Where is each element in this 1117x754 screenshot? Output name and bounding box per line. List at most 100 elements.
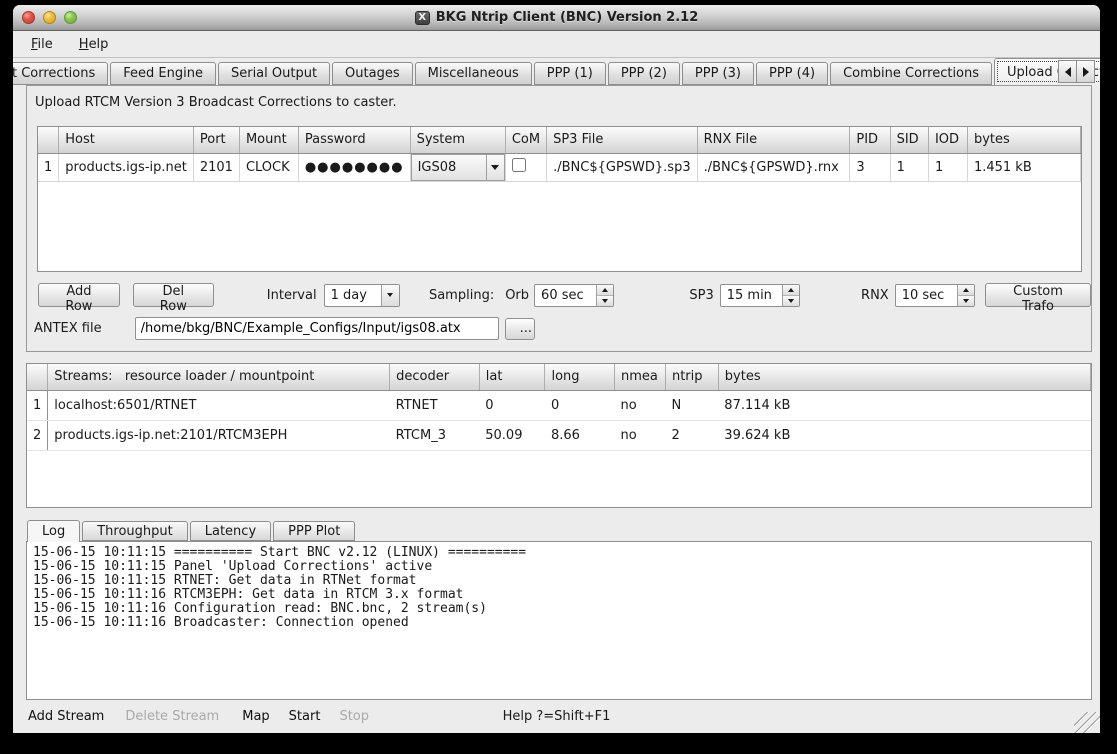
col-long[interactable]: long [545, 364, 615, 390]
spin-up-icon[interactable] [783, 285, 799, 296]
log-tab-bar: Log Throughput Latency PPP Plot [27, 521, 1100, 541]
tab-ppp-2[interactable]: PPP (2) [608, 62, 680, 85]
system-combobox[interactable]: IGS08 [411, 154, 505, 181]
map-button[interactable]: Map [242, 709, 269, 724]
col-decoder[interactable]: decoder [390, 364, 480, 390]
orb-label: Orb [505, 288, 529, 303]
system-combo-arrow[interactable] [486, 155, 504, 180]
tab-scroll-right-button[interactable] [1076, 60, 1095, 83]
ntrip-cell[interactable]: N [665, 390, 718, 420]
bytes-cell[interactable]: 1.451 kB [967, 153, 1080, 181]
rnx-file-cell[interactable]: ./BNC${GPSWD}.rnx [697, 153, 850, 181]
rnx-spinbox[interactable]: 10 sec [895, 284, 975, 307]
bytes-cell[interactable]: 39.624 kB [718, 420, 1090, 450]
long-cell[interactable]: 8.66 [545, 420, 615, 450]
tab-ppp-1[interactable]: PPP (1) [534, 62, 606, 85]
tab-log[interactable]: Log [27, 520, 80, 542]
tab-latency[interactable]: Latency [190, 521, 271, 541]
interval-combo-arrow[interactable] [381, 285, 399, 306]
iod-cell[interactable]: 1 [928, 153, 967, 181]
decoder-cell[interactable]: RTNET [390, 390, 480, 420]
tab-feed-engine[interactable]: Feed Engine [110, 62, 216, 85]
tab-outages[interactable]: Outages [332, 62, 413, 85]
row-number[interactable]: 2 [27, 420, 48, 450]
rnx-value: 10 sec [896, 285, 957, 306]
tab-serial-output[interactable]: Serial Output [218, 62, 330, 85]
mount-cell[interactable]: CLOCK [239, 153, 298, 181]
sid-cell[interactable]: 1 [890, 153, 928, 181]
spin-down-icon[interactable] [958, 296, 974, 306]
interval-label: Interval [267, 288, 317, 303]
tab-throughput[interactable]: Throughput [82, 521, 188, 541]
col-iod[interactable]: IOD [928, 127, 967, 153]
col-ntrip[interactable]: ntrip [665, 364, 718, 390]
del-row-button[interactable]: Del Row [133, 283, 214, 307]
browse-button[interactable]: ... [505, 318, 535, 340]
mountpoint-cell[interactable]: localhost:6501/RTNET [48, 390, 390, 420]
bytes-cell[interactable]: 87.114 kB [718, 390, 1090, 420]
antex-file-input[interactable] [135, 317, 499, 340]
resize-grip-icon[interactable] [1074, 712, 1100, 733]
col-pid[interactable]: PID [850, 127, 890, 153]
port-cell[interactable]: 2101 [193, 153, 239, 181]
nmea-cell[interactable]: no [614, 420, 665, 450]
col-rnx-file[interactable]: RNX File [697, 127, 850, 153]
col-port[interactable]: Port [193, 127, 239, 153]
com-cell [505, 153, 546, 181]
col-sp3-file[interactable]: SP3 File [547, 127, 698, 153]
row-number[interactable]: 1 [38, 153, 59, 181]
start-button[interactable]: Start [289, 709, 321, 724]
tab-ppp-3[interactable]: PPP (3) [682, 62, 754, 85]
tab-ppp-4[interactable]: PPP (4) [756, 62, 828, 85]
minimize-icon[interactable] [43, 11, 56, 24]
row-number[interactable]: 1 [27, 390, 48, 420]
col-system[interactable]: System [410, 127, 505, 153]
orb-spinbox[interactable]: 60 sec [534, 284, 614, 307]
col-mount[interactable]: Mount [239, 127, 298, 153]
pid-cell[interactable]: 3 [850, 153, 890, 181]
zoom-icon[interactable] [64, 11, 77, 24]
lat-cell[interactable]: 0 [479, 390, 545, 420]
lat-cell[interactable]: 50.09 [479, 420, 545, 450]
sp3-file-cell[interactable]: ./BNC${GPSWD}.sp3 [547, 153, 698, 181]
col-nmea[interactable]: nmea [614, 364, 665, 390]
table-row: 1 products.igs-ip.net 2101 CLOCK ●●●●●●●… [38, 153, 1081, 181]
title-bar[interactable]: X BKG Ntrip Client (BNC) Version 2.12 [13, 5, 1100, 31]
long-cell[interactable]: 0 [545, 390, 615, 420]
spin-down-icon[interactable] [597, 296, 613, 306]
com-checkbox[interactable] [512, 158, 526, 172]
col-password[interactable]: Password [298, 127, 410, 153]
col-mountpoint[interactable]: Streams: resource loader / mountpoint [48, 364, 390, 390]
close-icon[interactable] [22, 11, 35, 24]
sp3-spinbox[interactable]: 15 min [720, 284, 800, 307]
mountpoint-cell[interactable]: products.igs-ip.net:2101/RTCM3EPH [48, 420, 390, 450]
nmea-cell[interactable]: no [614, 390, 665, 420]
add-row-button[interactable]: Add Row [38, 283, 120, 307]
log-output[interactable]: 15-06-15 10:11:15 ========== Start BNC v… [26, 541, 1092, 700]
add-stream-button[interactable]: Add Stream [28, 709, 104, 724]
ntrip-cell[interactable]: 2 [665, 420, 718, 450]
tab-miscellaneous[interactable]: Miscellaneous [415, 62, 532, 85]
host-cell[interactable]: products.igs-ip.net [59, 153, 194, 181]
spin-up-icon[interactable] [958, 285, 974, 296]
custom-trafo-button[interactable]: Custom Trafo [985, 283, 1091, 307]
tab-ppp-plot[interactable]: PPP Plot [273, 521, 355, 541]
spin-down-icon[interactable] [783, 296, 799, 306]
decoder-cell[interactable]: RTCM_3 [390, 420, 480, 450]
spin-up-icon[interactable] [597, 285, 613, 296]
tab-scroll-left-button[interactable] [1058, 60, 1077, 83]
tab-broadcast-corrections[interactable]: t Corrections [13, 62, 108, 85]
tab-scroll-left-icon [1065, 67, 1071, 77]
col-bytes[interactable]: bytes [718, 364, 1090, 390]
menu-help[interactable]: Help [75, 35, 113, 54]
col-lat[interactable]: lat [479, 364, 545, 390]
col-com[interactable]: CoM [505, 127, 546, 153]
col-sid[interactable]: SID [890, 127, 928, 153]
col-bytes[interactable]: bytes [967, 127, 1080, 153]
menu-file[interactable]: File [27, 35, 57, 54]
col-host[interactable]: Host [59, 127, 194, 153]
password-cell[interactable]: ●●●●●●●● [298, 153, 410, 181]
tab-combine-corrections[interactable]: Combine Corrections [830, 62, 992, 85]
antex-file-label: ANTEX file [34, 321, 102, 336]
interval-combobox[interactable]: 1 day [324, 284, 400, 307]
